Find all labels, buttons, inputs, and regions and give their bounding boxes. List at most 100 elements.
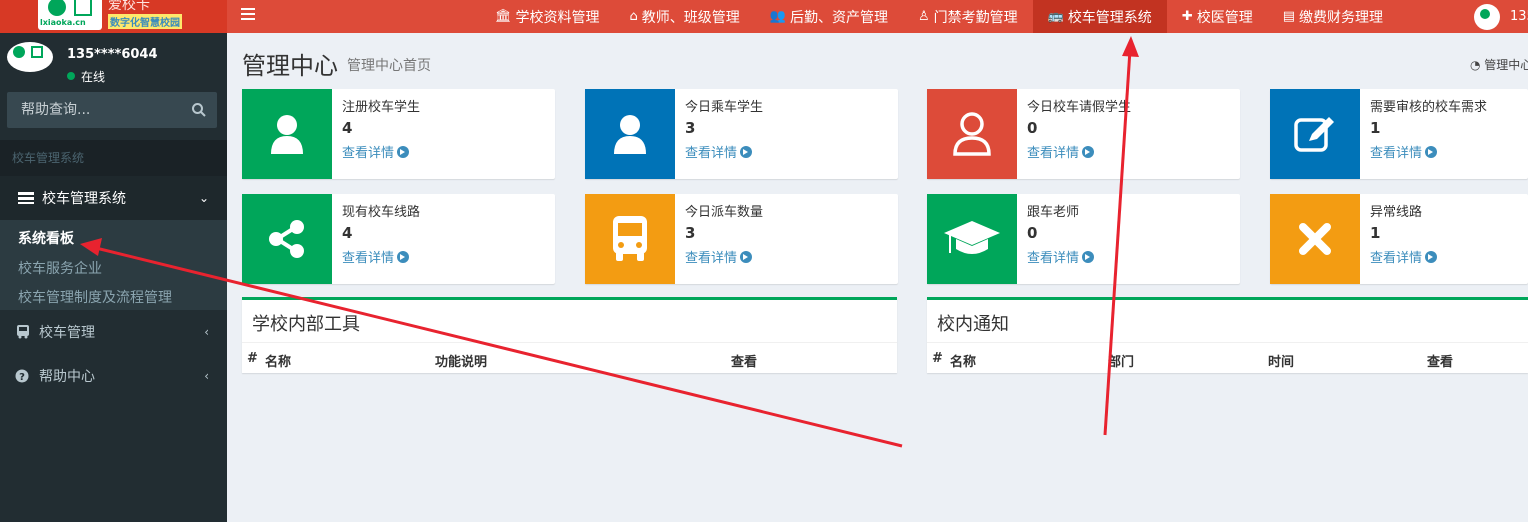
nav-logistics[interactable]: 👥 后勤、资产管理 [755,0,903,33]
arrow-circle-right-icon [1082,145,1095,158]
view-details-link[interactable]: 查看详情 [1370,247,1438,266]
info-value: 1 [1370,119,1381,137]
info-box-bus-routes: 现有校车线路 4 查看详情 [242,194,555,284]
link-label: 查看详情 [685,146,738,161]
user-status: 在线 [67,69,105,83]
nav-label: 教师、班级管理 [641,9,740,26]
view-details-link[interactable]: 查看详情 [685,247,753,266]
info-box-abnormal-routes: 异常线路 1 查看详情 [1270,194,1528,284]
info-value: 0 [1027,119,1038,137]
sidebar-item-help-center[interactable]: ? 帮助中心 ‹ [0,354,227,398]
info-box-riding-students: 今日乘车学生 3 查看详情 [585,89,898,179]
online-dot-icon [67,72,75,80]
chevron-down-icon: ⌄ [198,191,209,205]
table-header: 名称 [265,355,292,370]
panel-internal-tools: 学校内部工具 # 名称 功能说明 查看 [242,297,897,373]
panel-title: 校内通知 [937,314,1009,335]
view-details-link[interactable]: 查看详情 [685,142,753,161]
info-box-escort-teachers: 跟车老师 0 查看详情 [927,194,1240,284]
sidebar: 135****6044 在线 校车管理系统 校车管理系统 ⌄ 系统看板 校车服务… [0,33,227,522]
info-value: 1 [1370,224,1381,242]
close-icon [1270,194,1360,284]
sidebar-item-bus-companies[interactable]: 校车服务企业 [18,258,102,278]
nav-label: 门禁考勤管理 [933,9,1018,26]
nav-school-doctor[interactable]: ✚ 校医管理 [1167,0,1268,33]
menu-label: 帮助中心 [39,369,95,385]
info-label: 异常线路 [1370,205,1423,220]
bus-icon [17,325,29,339]
divider [242,342,897,343]
nav-school-info[interactable]: 🏛 学校资料管理 [480,0,615,33]
info-value: 4 [342,119,353,137]
info-box-registered-students: 注册校车学生 4 查看详情 [242,89,555,179]
view-details-link[interactable]: 查看详情 [1370,142,1438,161]
share-icon [242,194,332,284]
info-label: 现有校车线路 [342,205,421,220]
sidebar-item-bus-management[interactable]: 校车管理 ‹ [0,310,227,354]
view-details-link[interactable]: 查看详情 [342,247,410,266]
sidebar-item-bus-system[interactable]: 校车管理系统 ⌄ [0,176,227,220]
table-header: 名称 [950,355,977,370]
chevron-left-icon: ‹ [204,325,209,339]
breadcrumb[interactable]: ◔ 管理中心 [1470,56,1528,73]
nav-school-bus[interactable]: 🚌 校车管理系统 [1032,0,1167,33]
view-details-link[interactable]: 查看详情 [1027,247,1095,266]
home-icon: ⌂ [629,9,638,24]
qr-code-icon [74,0,92,16]
info-value: 0 [1027,224,1038,242]
plus-icon: ✚ [1181,9,1193,24]
sidebar-item-dashboard[interactable]: 系统看板 [18,228,74,248]
nav-finance[interactable]: ▤ 缴费财务理理 [1268,0,1398,33]
info-box-leave-students: 今日校车请假学生 0 查看详情 [927,89,1240,179]
bus-icon: 🚌 [1047,9,1064,24]
sidebar-search [7,92,217,128]
view-details-link[interactable]: 查看详情 [342,142,410,161]
question-icon: ? [15,369,29,383]
top-nav: 🏛 学校资料管理 ⌂ 教师、班级管理 👥 后勤、资产管理 ♙ 门禁考勤管理 🚌 校车管理系… [480,0,1398,33]
menu-toggle-icon[interactable] [241,8,255,22]
info-label: 注册校车学生 [342,100,421,115]
graduation-cap-icon [927,194,1017,284]
link-label: 查看详情 [1370,251,1423,266]
user-icon [242,89,332,179]
svg-text:?: ? [19,372,25,383]
panel-school-notices: 校内通知 # 名称 部门 时间 查看 [927,297,1528,373]
info-value: 3 [685,119,696,137]
status-text: 在线 [81,69,106,84]
link-label: 查看详情 [342,146,395,161]
school-icon: 🏛 [495,9,512,24]
user-icon [48,0,66,16]
arrow-circle-right-icon [397,145,410,158]
submenu: 系统看板 校车服务企业 校车管理制度及流程管理 [0,220,227,310]
nav-teacher-class[interactable]: ⌂ 教师、班级管理 [615,0,755,33]
users-icon: 👥 [769,9,786,24]
link-label: 查看详情 [685,251,738,266]
table-header: 时间 [1268,355,1295,370]
search-icon[interactable] [191,102,207,118]
page-title: 管理中心 [242,52,338,80]
nav-label: 缴费财务理理 [1299,9,1384,26]
annotation-arrowhead [1122,36,1139,57]
logo-slogan: 数字化智慧校园 [108,14,182,29]
table-header: 查看 [1427,355,1454,370]
top-header: lxiaoka.cn 爱校卡 数字化智慧校园 🏛 学校资料管理 ⌂ 教师、班级管理 … [0,0,1528,33]
logo-subtitle: lxiaoka.cn [40,18,86,27]
table-header: # [247,351,258,366]
dashboard-icon: ◔ [1470,58,1485,72]
view-details-link[interactable]: 查看详情 [1027,142,1095,161]
page-subtitle: 管理中心首页 [347,58,431,74]
nav-user-menu[interactable]: 135 [1474,0,1528,33]
user-outline-icon [927,89,1017,179]
logo[interactable]: lxiaoka.cn 爱校卡 数字化智慧校园 [0,0,227,33]
nav-label: 校车管理系统 [1067,9,1152,26]
edit-icon [1270,89,1360,179]
nav-access-control[interactable]: ♙ 门禁考勤管理 [903,0,1033,33]
card-icon: ▤ [1282,9,1296,24]
sidebar-item-bus-policies[interactable]: 校车管理制度及流程管理 [18,287,172,307]
link-label: 查看详情 [1370,146,1423,161]
arrow-circle-right-icon [1082,250,1095,263]
chevron-left-icon: ‹ [204,369,209,383]
info-box-dispatched-buses: 今日派车数量 3 查看详情 [585,194,898,284]
search-input[interactable] [7,92,177,128]
info-label: 今日校车请假学生 [1027,100,1132,115]
